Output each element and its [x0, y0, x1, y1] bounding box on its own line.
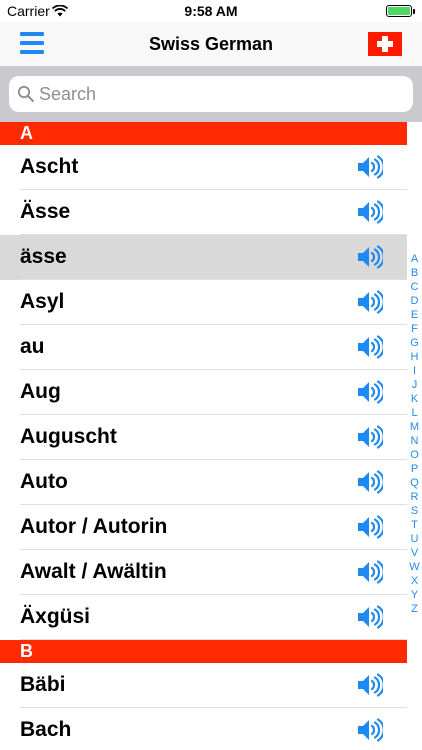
speaker-icon[interactable]	[357, 718, 385, 742]
battery-icon	[386, 5, 415, 17]
index-letter[interactable]: O	[407, 448, 422, 462]
speaker-icon[interactable]	[357, 605, 385, 629]
word-label: Äxgüsi	[20, 605, 91, 628]
speaker-icon[interactable]	[357, 560, 385, 584]
section-header: B	[0, 640, 407, 663]
index-letter[interactable]: G	[407, 336, 422, 350]
search-input[interactable]: Search	[9, 76, 413, 112]
speaker-icon[interactable]	[357, 335, 385, 359]
index-letter[interactable]: Y	[407, 588, 422, 602]
search-icon	[17, 85, 34, 102]
index-letter[interactable]: X	[407, 574, 422, 588]
list-item[interactable]: Bach	[0, 708, 407, 750]
list-item[interactable]: Autor / Autorin	[0, 505, 407, 550]
word-label: ässe	[20, 245, 67, 268]
word-label: Asyl	[20, 290, 65, 313]
word-label: Bach	[20, 718, 72, 741]
word-label: Auguscht	[20, 425, 117, 448]
index-letter[interactable]: D	[407, 294, 422, 308]
index-letter[interactable]: F	[407, 322, 422, 336]
section-index: ABCDEFGHIJKLMNOPQRSTUVWXYZ	[407, 252, 422, 616]
word-label: Bäbi	[20, 673, 66, 696]
index-letter[interactable]: P	[407, 462, 422, 476]
speaker-icon[interactable]	[357, 470, 385, 494]
page-title: Swiss German	[148, 34, 274, 54]
status-time: 9:58 AM	[184, 3, 238, 19]
index-letter[interactable]: B	[407, 266, 422, 280]
list-item[interactable]: Awalt / Awältin	[0, 550, 407, 595]
word-label: Autor / Autorin	[20, 515, 168, 538]
speaker-icon[interactable]	[357, 673, 385, 697]
index-letter[interactable]: T	[407, 518, 422, 532]
list-item[interactable]: Ässe	[0, 190, 407, 235]
list-item[interactable]: Auto	[0, 460, 407, 505]
index-letter[interactable]: E	[407, 308, 422, 322]
index-letter[interactable]: K	[407, 392, 422, 406]
index-letter[interactable]: M	[407, 420, 422, 434]
swiss-flag-icon[interactable]	[368, 32, 402, 56]
search-bar: Search	[0, 66, 422, 122]
speaker-icon[interactable]	[357, 155, 385, 179]
status-bar: Carrier 9:58 AM	[0, 0, 422, 22]
index-letter[interactable]: C	[407, 280, 422, 294]
word-label: Aug	[20, 380, 61, 403]
list-item[interactable]: Äxgüsi	[0, 595, 407, 640]
list-item[interactable]: Ascht	[0, 145, 407, 190]
nav-bar: Swiss German	[0, 22, 422, 66]
list-item[interactable]: Bäbi	[0, 663, 407, 708]
speaker-icon[interactable]	[357, 380, 385, 404]
word-label: au	[20, 335, 45, 358]
list-item[interactable]: Asyl	[0, 280, 407, 325]
list-item[interactable]: Auguscht	[0, 415, 407, 460]
index-letter[interactable]: S	[407, 504, 422, 518]
list-item[interactable]: au	[0, 325, 407, 370]
speaker-icon[interactable]	[357, 425, 385, 449]
index-letter[interactable]: Q	[407, 476, 422, 490]
list-item[interactable]: Aug	[0, 370, 407, 415]
list-item[interactable]: ässe	[0, 235, 407, 280]
search-placeholder: Search	[39, 84, 97, 104]
index-letter[interactable]: V	[407, 546, 422, 560]
index-letter[interactable]: L	[407, 406, 422, 420]
speaker-icon[interactable]	[357, 515, 385, 539]
speaker-icon[interactable]	[357, 245, 385, 269]
index-letter[interactable]: J	[407, 378, 422, 392]
index-letter[interactable]: Z	[407, 602, 422, 616]
index-letter[interactable]: U	[407, 532, 422, 546]
word-label: Ässe	[20, 200, 71, 223]
index-letter[interactable]: N	[407, 434, 422, 448]
index-letter[interactable]: H	[407, 350, 422, 364]
index-letter[interactable]: I	[407, 364, 422, 378]
speaker-icon[interactable]	[357, 200, 385, 224]
speaker-icon[interactable]	[357, 290, 385, 314]
word-label: Awalt / Awältin	[20, 560, 167, 583]
word-label: Auto	[20, 470, 68, 493]
section-header: A	[0, 122, 407, 145]
index-letter[interactable]: W	[407, 560, 422, 574]
word-label: Ascht	[20, 155, 79, 178]
index-letter[interactable]: R	[407, 490, 422, 504]
word-list: A Ascht Ässe ässe Asyl au Aug Auguscht Auto Autor…	[0, 122, 407, 750]
index-letter[interactable]: A	[407, 252, 422, 266]
